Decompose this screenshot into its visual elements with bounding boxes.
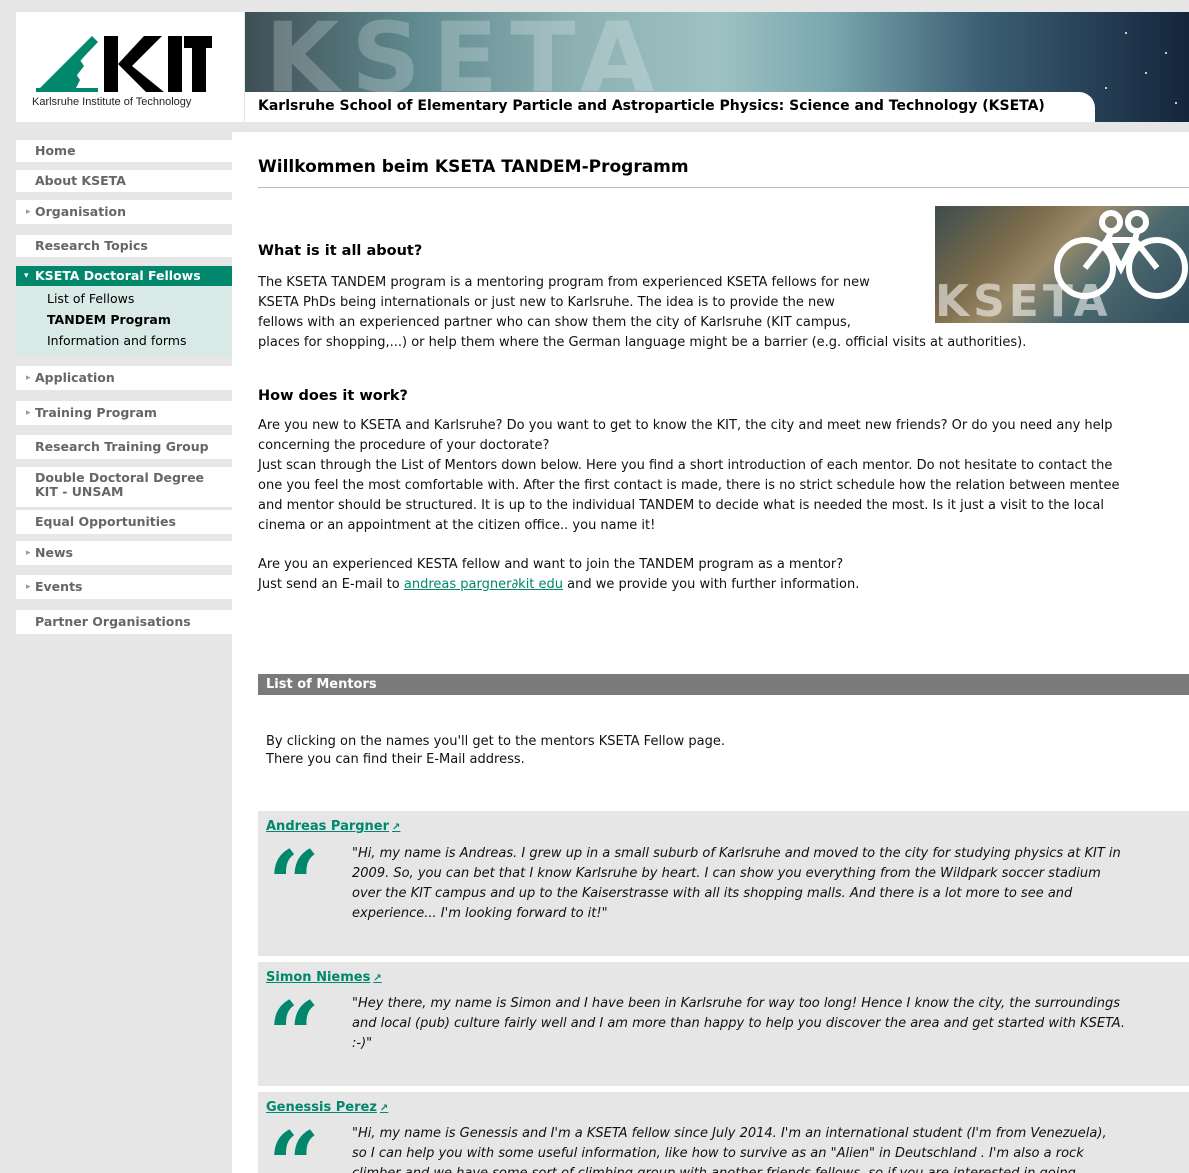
sidebar-item-about[interactable]: About KSETA — [16, 170, 232, 192]
join-text: Are you an experienced KESTA fellow and … — [258, 557, 860, 592]
mentor-quote: "Hi, my name is Genessis and I'm a KSETA… — [352, 1126, 1107, 1173]
site-title: Karlsruhe School of Elementary Particle … — [258, 98, 1045, 114]
section-about-text: The KSETA TANDEM program is a mentoring … — [258, 275, 1027, 350]
sidebar-item-research-training-group[interactable]: Research Training Group — [16, 435, 232, 459]
mentors-intro: By clicking on the names you'll get to t… — [266, 734, 725, 767]
sidebar-item-training-program[interactable]: ▸ Training Program — [16, 401, 232, 425]
sidebar-item-double-doctoral-degree[interactable]: Double Doctoral Degree KIT - UNSAM — [16, 467, 232, 507]
sidebar-subitem-tandem-program[interactable]: TANDEM Program — [47, 312, 171, 327]
header-separator — [16, 122, 1189, 132]
logo-subtitle: Karlsruhe Institute of Technology — [32, 96, 192, 108]
sidebar-subitem-information-forms[interactable]: Information and forms — [47, 333, 186, 348]
sidebar-item-equal-opportunities[interactable]: Equal Opportunities — [16, 510, 232, 534]
chevron-right-icon: ▸ — [26, 582, 31, 592]
section-heading-about: What is it all about? — [258, 243, 423, 259]
quote-icon: “ — [268, 982, 320, 1088]
mentor-quote: "Hi, my name is Andreas. I grew up in a … — [352, 846, 1121, 921]
sidebar-item-application[interactable]: ▸ Application — [16, 366, 232, 390]
mentor-card: Simon Niemes ↗ “ "Hey there, my name is S… — [258, 962, 1189, 1086]
mentor-card: Andreas Pargner ↗ “ "Hi, my name is Andre… — [258, 811, 1189, 956]
sidebar-item-events[interactable]: ▸ Events — [16, 575, 232, 599]
sidebar-item-partner-organisations[interactable]: Partner Organisations — [16, 610, 232, 634]
chevron-down-icon: ▾ — [24, 271, 29, 281]
title-divider — [258, 187, 1189, 188]
external-link-icon: ↗ — [373, 973, 382, 984]
chevron-right-icon: ▸ — [26, 408, 31, 418]
mentor-quote: "Hey there, my name is Simon and I have … — [352, 996, 1126, 1051]
section-how-text: Are you new to KSETA and Karlsruhe? Do y… — [258, 418, 1120, 533]
mentor-card: Genessis Perez ↗ “ "Hi, my name is Geness… — [258, 1092, 1189, 1173]
page-title: Willkommen beim KSETA TANDEM-Programm — [258, 157, 689, 177]
mentors-section-header: List of Mentors — [258, 674, 1189, 695]
chevron-right-icon: ▸ — [26, 373, 31, 383]
sidebar-item-doctoral-fellows[interactable]: ▾ KSETA Doctoral Fellows — [16, 266, 232, 286]
email-link[interactable]: andreas pargner∂kit edu — [404, 577, 563, 592]
sidebar-item-research-topics[interactable]: Research Topics — [16, 235, 232, 257]
quote-icon: “ — [268, 831, 320, 937]
external-link-icon: ↗ — [392, 822, 401, 833]
header-banner: KSETA Karlsruhe School of Elementary Par… — [245, 12, 1189, 122]
external-link-icon: ↗ — [379, 1103, 389, 1114]
sidebar-item-news[interactable]: ▸ News — [16, 541, 232, 565]
sidebar-item-organisation[interactable]: ▸ Organisation — [16, 200, 232, 224]
kit-logo-icon — [36, 36, 212, 92]
section-heading-how: How does it work? — [258, 388, 408, 404]
sidebar-item-home[interactable]: Home — [16, 140, 232, 162]
chevron-right-icon: ▸ — [26, 548, 31, 558]
quote-icon: “ — [268, 1112, 320, 1173]
kit-logo[interactable]: Karlsruhe Institute of Technology — [16, 12, 244, 122]
chevron-right-icon: ▸ — [26, 207, 31, 217]
sidebar-subitem-list-of-fellows[interactable]: List of Fellows — [47, 291, 134, 306]
